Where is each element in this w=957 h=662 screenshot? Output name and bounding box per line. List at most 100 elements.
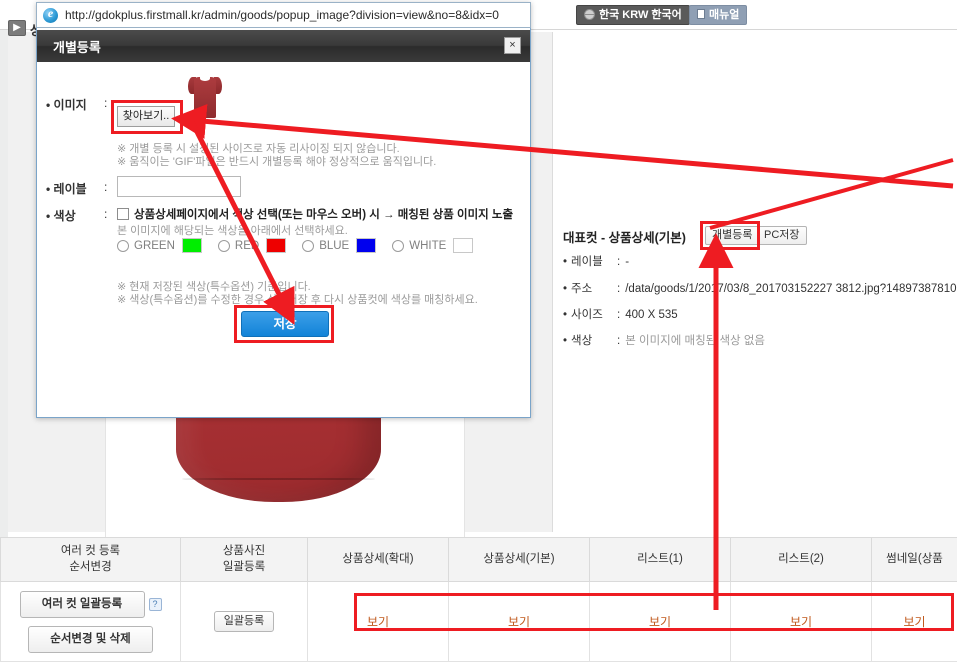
- color-options-row: GREEN RED BLUE WHITE: [117, 238, 489, 253]
- view-link-list-1[interactable]: 보기: [649, 615, 671, 629]
- language-label: 한국 KRW 한국어: [599, 9, 682, 21]
- view-link-thumbnail[interactable]: 보기: [903, 615, 925, 629]
- color-match-checkbox-label: 상품상세페이지에서 색상 선택(또는 마우스 오버) 시 → 매칭된 상품 이미…: [134, 209, 514, 221]
- color-field-label: • 색상: [46, 209, 76, 223]
- label-field-label: • 레이블: [46, 182, 87, 196]
- label-field-colon: :: [104, 180, 108, 194]
- globe-icon: [584, 9, 595, 20]
- info-key: 주소: [571, 283, 593, 295]
- info-row-color: • 색상: 본 이미지에 매칭된 색상 없음: [563, 332, 765, 348]
- bullet-icon: •: [563, 283, 568, 295]
- individual-register-button[interactable]: 개별등록: [705, 226, 760, 245]
- cell-detail-basic: 보기: [448, 581, 590, 662]
- table-row: 여러 컷 일괄등록 ? 순서변경 및 삭제 일괄등록 보기 보기 보기 보기 보…: [0, 581, 957, 662]
- shirt-body: [194, 77, 216, 118]
- cell-detail-large: 보기: [307, 581, 449, 662]
- col-header-list-1: 리스트(1): [589, 537, 731, 582]
- left-gutter: [0, 30, 8, 550]
- color-swatch-green: [181, 238, 202, 253]
- color-note-4: ※ 색상(특수옵션)를 수정한 경우 상품저장 후 다시 상품컷에 색상를 매칭…: [117, 294, 478, 306]
- image-slots-table: 여러 컷 등록 순서변경 상품사진 일괄등록 상품상세(확대) 상품상세(기본)…: [0, 537, 957, 662]
- col-header-detail-basic: 상품상세(기본): [448, 537, 590, 582]
- reorder-delete-button[interactable]: 순서변경 및 삭제: [28, 625, 153, 653]
- info-row-address: • 주소: /data/goods/1/2017/03/8_201703152227…: [563, 280, 957, 296]
- info-colon: :: [617, 335, 621, 347]
- info-value: 본 이미지에 매칭된 색상 없음: [625, 335, 765, 347]
- modal-title: 개별등록: [53, 39, 101, 55]
- bulk-register-row: 여러 컷 일괄등록 ?: [19, 587, 162, 622]
- bullet-icon: •: [563, 335, 568, 347]
- color-option-label: BLUE: [319, 239, 350, 252]
- info-key: 레이블: [571, 256, 603, 268]
- info-colon: :: [617, 283, 621, 295]
- cell-thumbnail: 보기: [871, 581, 957, 662]
- info-colon: :: [617, 309, 621, 321]
- bulk-register-button[interactable]: 여러 컷 일괄등록: [19, 590, 145, 618]
- info-row-size: • 사이즈:400 X 535: [563, 306, 678, 322]
- cell-list-2: 보기: [730, 581, 872, 662]
- bullet-icon: •: [563, 256, 568, 268]
- info-row-label: • 레이블: -: [563, 253, 629, 269]
- color-option-label: WHITE: [409, 239, 447, 252]
- cut-heading: 대표컷 - 상품상세(기본): [563, 231, 686, 245]
- color-swatch-red: [266, 238, 287, 253]
- image-field-colon: :: [104, 96, 108, 110]
- col-header-list-2: 리스트(2): [730, 537, 872, 582]
- book-icon: [697, 9, 705, 19]
- col-header-bulk-photo: 상품사진 일괄등록: [180, 537, 308, 582]
- radio-icon[interactable]: [392, 239, 405, 252]
- manual-button[interactable]: 매뉴얼: [689, 5, 748, 25]
- info-value: /data/goods/1/2017/03/8_201703152227 381…: [625, 283, 957, 295]
- pc-save-button[interactable]: PC저장: [757, 226, 807, 245]
- help-icon[interactable]: ?: [148, 597, 162, 611]
- save-button[interactable]: 저장: [241, 311, 329, 337]
- table-header-row: 여러 컷 등록 순서변경 상품사진 일괄등록 상품상세(확대) 상품상세(기본)…: [0, 537, 957, 582]
- color-option-blue[interactable]: BLUE: [302, 238, 377, 253]
- color-option-white[interactable]: WHITE: [392, 238, 474, 253]
- info-value: 400 X 535: [625, 309, 678, 321]
- internet-explorer-icon: [43, 6, 58, 23]
- browser-address-bar[interactable]: http://gdokplus.firstmall.kr/admin/goods…: [36, 2, 531, 28]
- bullet-icon: •: [563, 309, 568, 321]
- color-option-label: RED: [234, 239, 260, 252]
- col-header-multi-register: 여러 컷 등록 순서변경: [0, 537, 181, 582]
- color-option-red[interactable]: RED: [217, 238, 287, 253]
- image-note-2: ※ 움직이는 'GIF'파일은 반드시 개별등록 해야 정상적으로 움직입니다.: [117, 156, 437, 168]
- radio-icon[interactable]: [217, 239, 230, 252]
- color-option-green[interactable]: GREEN: [117, 238, 202, 253]
- view-link-detail-basic[interactable]: 보기: [508, 615, 530, 629]
- manual-label: 매뉴얼: [709, 9, 740, 21]
- browse-file-button[interactable]: 찾아보기..: [117, 106, 175, 127]
- cell-list-1: 보기: [589, 581, 731, 662]
- shirt-neck: [200, 76, 210, 81]
- info-colon: :: [617, 256, 621, 268]
- image-field-label: • 이미지: [46, 98, 87, 112]
- checkbox-icon[interactable]: [117, 208, 129, 220]
- view-link-list-2[interactable]: 보기: [790, 615, 812, 629]
- radio-icon[interactable]: [117, 239, 129, 252]
- color-sub-note: 본 이미지에 해당되는 색상을 아래에서 선택하세요.: [117, 225, 348, 237]
- color-match-checkbox-row[interactable]: 상품상세페이지에서 색상 선택(또는 마우스 오버) 시 → 매칭된 상품 이미…: [117, 206, 513, 222]
- multi-register-buttons: 여러 컷 일괄등록 ? 순서변경 및 삭제: [3, 587, 178, 657]
- col-header-detail-large: 상품상세(확대): [307, 537, 449, 582]
- radio-icon[interactable]: [302, 239, 315, 252]
- color-swatch-blue: [356, 238, 377, 253]
- screenshot-root: ▶ 상 한국 KRW 한국어 매뉴얼 대표컷 - 상품상세(기본) 개별등록 P…: [0, 0, 957, 662]
- color-option-label: GREEN: [134, 239, 175, 252]
- close-icon[interactable]: ×: [504, 37, 521, 54]
- cell-multi-register-actions: 여러 컷 일괄등록 ? 순서변경 및 삭제: [0, 581, 181, 662]
- bulk-upload-button[interactable]: 일괄등록: [213, 611, 275, 632]
- expand-sidebar-button[interactable]: ▶: [8, 20, 26, 36]
- red-tshirt-thumbnail-icon: [188, 72, 222, 118]
- cell-bulk-photo: 일괄등록: [180, 581, 308, 662]
- info-key: 색상: [571, 335, 593, 347]
- view-link-detail-large[interactable]: 보기: [367, 615, 389, 629]
- color-swatch-white: [453, 238, 474, 253]
- info-value: -: [625, 256, 630, 268]
- url-text: http://gdokplus.firstmall.kr/admin/goods…: [65, 8, 499, 22]
- label-input[interactable]: [117, 176, 241, 197]
- language-currency-button[interactable]: 한국 KRW 한국어: [576, 5, 690, 25]
- col-header-thumbnail: 썸네일(상품: [871, 537, 957, 582]
- color-field-colon: :: [104, 207, 108, 221]
- info-key: 사이즈: [571, 309, 603, 321]
